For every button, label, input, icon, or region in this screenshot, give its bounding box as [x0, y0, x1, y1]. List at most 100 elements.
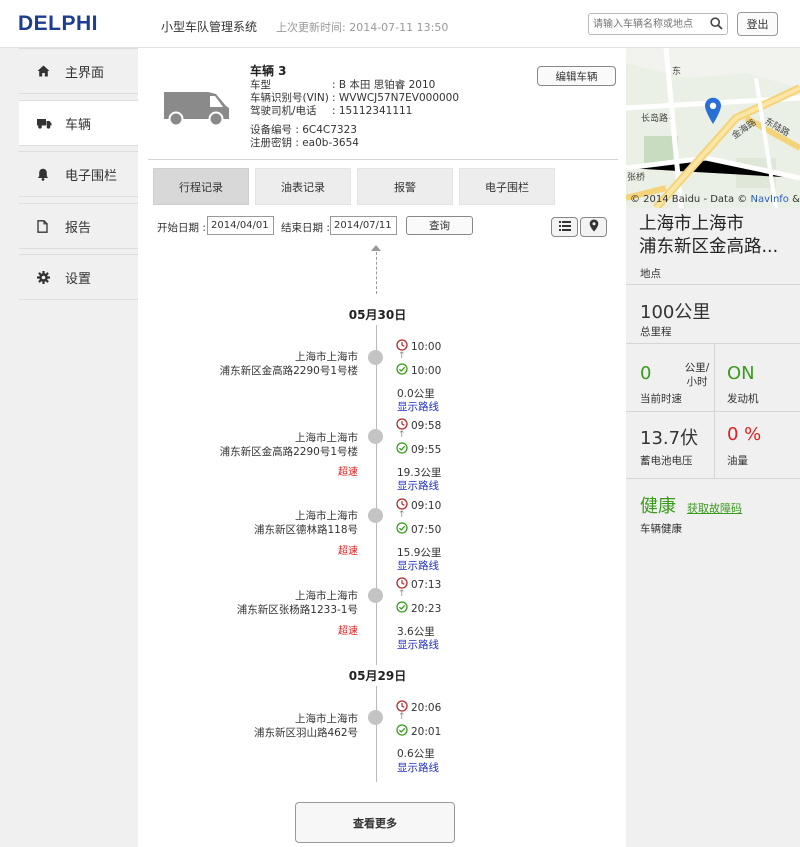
sidebar-item-label: 设置 [65, 271, 92, 287]
day-header: 05月29日 [348, 669, 407, 683]
logout-button[interactable]: 登出 [737, 12, 778, 36]
timeline-line [376, 686, 377, 782]
sidebar-item-reports[interactable]: 报告 [19, 203, 138, 249]
check-circle-icon [396, 442, 411, 457]
check-circle-icon [396, 601, 411, 616]
show-route-link[interactable]: 显示路线 [397, 399, 439, 414]
speed-unit: 公里/小时 [684, 362, 710, 388]
search-icon[interactable] [710, 17, 723, 33]
sidebar-item-label: 电子围栏 [65, 168, 118, 184]
list-icon [558, 220, 571, 234]
speeding-badge: 超速 [338, 467, 358, 478]
search-box[interactable] [588, 13, 728, 35]
show-route-link[interactable]: 显示路线 [397, 637, 439, 652]
mileage-label: 总里程 [640, 326, 672, 338]
timeline-dot [368, 350, 383, 365]
divider [626, 343, 800, 344]
last-updated-text: 上次更新时间: 2014-07-11 13:50 [276, 21, 449, 34]
tab-trip-records[interactable]: 行程记录 [153, 168, 249, 205]
trip-location: 上海市上海市 浦东新区金高路2290号1号楼 [219, 351, 358, 377]
end-date-field[interactable] [330, 216, 397, 235]
mileage-value: 100公里 [640, 302, 711, 323]
check-circle-icon [396, 363, 411, 378]
timeline-arrow-icon [371, 245, 381, 251]
start-date-label: 开始日期 : [157, 222, 206, 234]
map-view-button[interactable] [580, 217, 607, 237]
divider [714, 344, 715, 411]
van-image [160, 86, 232, 131]
location-label: 地点 [640, 268, 661, 280]
divider [626, 478, 800, 479]
map-road-label: 东 [672, 67, 682, 77]
show-route-link[interactable]: 显示路线 [397, 760, 439, 775]
arrow-up-icon: ↑ [398, 430, 406, 440]
document-icon [37, 219, 61, 233]
get-fault-codes-link[interactable]: 获取故障码 [687, 500, 742, 516]
timeline-dot [368, 508, 383, 523]
speeding-badge: 超速 [338, 546, 358, 557]
timeline-dot [368, 588, 383, 603]
sidebar-item-vehicles[interactable]: 车辆 [19, 100, 138, 146]
engine-label: 发动机 [727, 393, 759, 405]
sidebar-item-label: 报告 [65, 220, 92, 236]
divider [714, 412, 715, 478]
trip-location: 上海市上海市 浦东新区羽山路462号 [253, 713, 358, 739]
edit-vehicle-button[interactable]: 编辑车辆 [537, 66, 616, 86]
fuel-value: 0 % [727, 424, 762, 445]
device-id: 设备编号 : 6C4C7323 [250, 124, 357, 136]
map-road-label: 张桥 [627, 173, 646, 183]
timeline-dot [368, 429, 383, 444]
map-road-label: 长岛路 [641, 114, 669, 124]
health-label: 车辆健康 [640, 523, 682, 535]
vehicle-model: 车型: B 本田 思铂睿 2010 [250, 79, 436, 91]
trip-start-time: 20:23 [396, 601, 441, 616]
divider [626, 284, 800, 285]
sidebar-item-label: 车辆 [65, 117, 92, 133]
timeline-line [376, 325, 377, 665]
trip-start-time: 09:55 [396, 442, 441, 457]
registration-key: 注册密钥 : ea0b-3654 [250, 137, 359, 149]
arrow-up-icon: ↑ [398, 351, 406, 361]
list-view-button[interactable] [551, 217, 578, 237]
truck-icon [37, 118, 61, 129]
show-route-link[interactable]: 显示路线 [397, 478, 439, 493]
sidebar-item-settings[interactable]: 设置 [19, 254, 138, 300]
speeding-badge: 超速 [338, 626, 358, 637]
trip-distance: 0.6公里 [397, 748, 435, 760]
sidebar-item-home[interactable]: 主界面 [19, 48, 138, 94]
start-date-field[interactable] [207, 216, 274, 235]
check-circle-icon [396, 724, 411, 739]
end-date-label: 结束日期 : [281, 222, 330, 234]
arrow-up-icon: ↑ [398, 510, 406, 520]
vehicle-driver-phone: 驾驶司机/电话: 15112341111 [250, 105, 413, 117]
engine-value: ON [727, 363, 755, 384]
map-credit: © 2014 Baidu - Data © NavInfo & C [630, 194, 800, 205]
delphi-logo[interactable]: DELPHI [18, 12, 98, 36]
search-input[interactable] [589, 14, 707, 34]
tab-fuel-records[interactable]: 油表记录 [255, 168, 351, 205]
tab-alarms[interactable]: 报警 [357, 168, 453, 205]
battery-value: 13.7伏 [640, 428, 699, 449]
day-header: 05月30日 [348, 308, 407, 322]
sidebar: 主界面 车辆 电子围栏 报告 设置 [0, 48, 138, 847]
fuel-label: 油量 [727, 455, 748, 467]
query-button[interactable]: 查询 [406, 216, 473, 235]
sidebar-item-geofence[interactable]: 电子围栏 [19, 151, 138, 197]
divider [626, 411, 800, 412]
speed-value: 0 [640, 363, 652, 384]
bell-icon [37, 168, 61, 181]
timeline-dashed-line [376, 252, 377, 294]
trip-location: 上海市上海市 浦东新区德林路118号 [253, 510, 358, 536]
trip-location: 上海市上海市 浦东新区金高路2290号1号楼 [219, 432, 358, 458]
view-more-button[interactable]: 查看更多 [295, 802, 455, 843]
battery-label: 蓄电池电压 [640, 455, 693, 467]
arrow-up-icon: ↑ [398, 589, 406, 599]
map-marker-icon[interactable] [704, 97, 722, 128]
check-circle-icon [396, 522, 411, 537]
map-pin-icon [589, 219, 599, 235]
trip-start-time: 07:50 [396, 522, 441, 537]
vehicle-vin: 车辆识别号(VIN): WVWCJ57N7EV000000 [250, 92, 460, 104]
show-route-link[interactable]: 显示路线 [397, 558, 439, 573]
header: DELPHI 小型车队管理系统 上次更新时间: 2014-07-11 13:50… [0, 0, 800, 48]
tab-geofence[interactable]: 电子围栏 [459, 168, 555, 205]
